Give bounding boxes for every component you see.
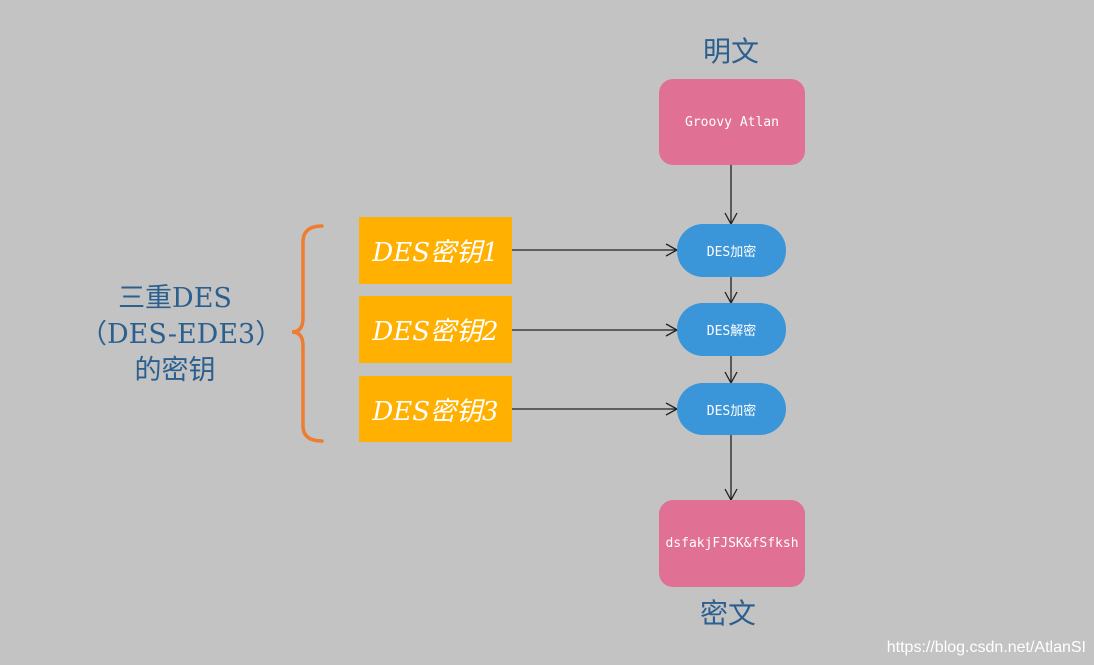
triple-des-key-label: 三重DES （DES-EDE3） 的密钥 [80, 281, 283, 389]
step-des-encrypt-1: DES加密 [677, 224, 786, 277]
triple-des-label-line2: （DES-EDE3） [80, 319, 283, 350]
key-1-box: DES密钥1 [359, 217, 512, 284]
triple-des-label-line3: 的密钥 [134, 355, 216, 386]
plaintext-title: 明文 [702, 35, 759, 68]
plaintext-box: Groovy Atlan [659, 79, 805, 165]
curly-brace [291, 224, 324, 443]
ciphertext-title: 密文 [699, 597, 756, 630]
watermark-url: https://blog.csdn.net/AtlanSI [886, 639, 1086, 656]
triple-des-label-line1: 三重DES [118, 283, 232, 314]
key-2-box: DES密钥2 [359, 296, 512, 363]
key-3-box: DES密钥3 [359, 376, 512, 442]
ciphertext-box: dsfakjFJSK&fSfksh [659, 500, 805, 587]
step-des-encrypt-3: DES加密 [677, 383, 786, 435]
step-des-decrypt-2: DES解密 [677, 303, 786, 356]
